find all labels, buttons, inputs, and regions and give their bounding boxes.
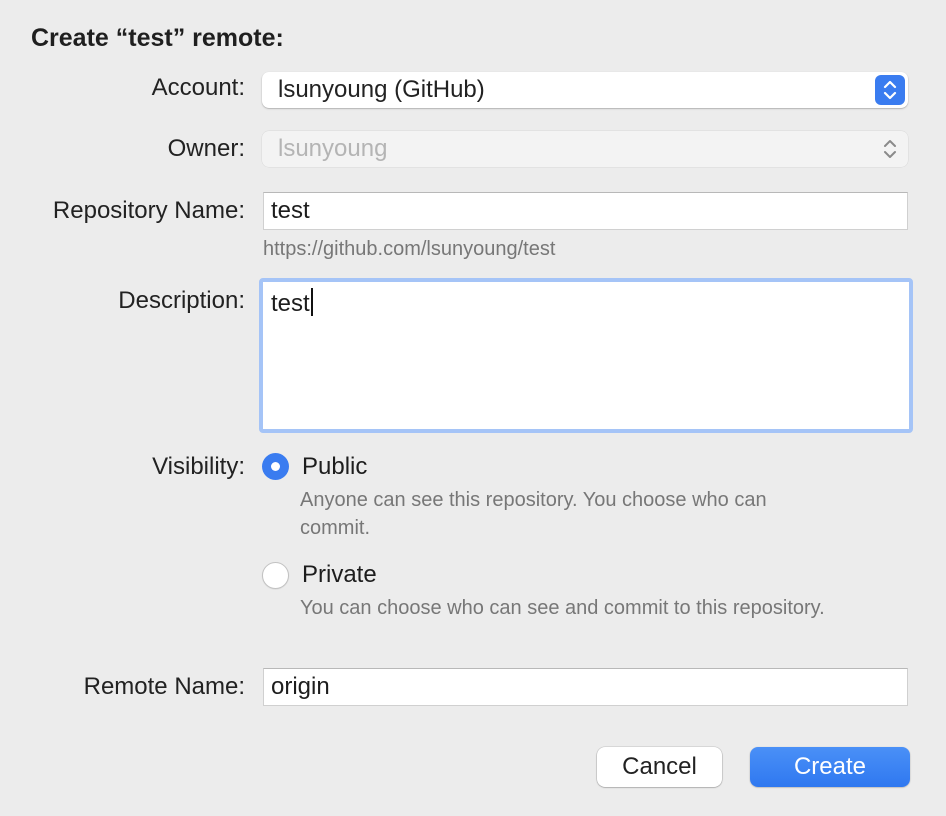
private-option-label[interactable]: Private <box>302 561 377 589</box>
visibility-label: Visibility: <box>152 453 245 480</box>
account-popup[interactable]: lsunyoung (GitHub) <box>262 72 908 108</box>
account-popup-value: lsunyoung (GitHub) <box>278 76 485 103</box>
remote-name-value: origin <box>271 673 330 700</box>
public-option-label[interactable]: Public <box>302 453 367 481</box>
description-value: test <box>271 288 313 318</box>
description-field[interactable]: test <box>259 278 913 433</box>
remote-name-label: Remote Name: <box>83 673 245 700</box>
repository-name-label: Repository Name: <box>52 197 245 224</box>
description-label: Description: <box>118 287 245 314</box>
chevron-up-down-icon <box>875 134 905 164</box>
repository-url-hint: https://github.com/lsunyoung/test <box>263 238 556 260</box>
public-option-description: Anyone can see this repository. You choo… <box>300 489 767 539</box>
dialog-title: Create “test” remote: <box>31 24 284 52</box>
remote-name-field[interactable]: origin <box>263 668 908 706</box>
owner-popup-value: lsunyoung <box>278 135 388 162</box>
private-radio[interactable] <box>262 562 289 589</box>
text-caret <box>310 288 313 316</box>
owner-popup: lsunyoung <box>262 131 908 167</box>
account-label: Account: <box>151 74 245 101</box>
repository-name-value: test <box>271 197 310 224</box>
private-option-description: You can choose who can see and commit to… <box>300 597 825 619</box>
public-radio[interactable] <box>262 453 289 480</box>
repository-name-field[interactable]: test <box>263 192 908 230</box>
create-button[interactable]: Create <box>750 747 910 787</box>
owner-label: Owner: <box>167 135 245 162</box>
radio-dot-icon <box>271 462 280 471</box>
cancel-button[interactable]: Cancel <box>597 747 722 787</box>
chevron-up-down-icon <box>875 75 905 105</box>
